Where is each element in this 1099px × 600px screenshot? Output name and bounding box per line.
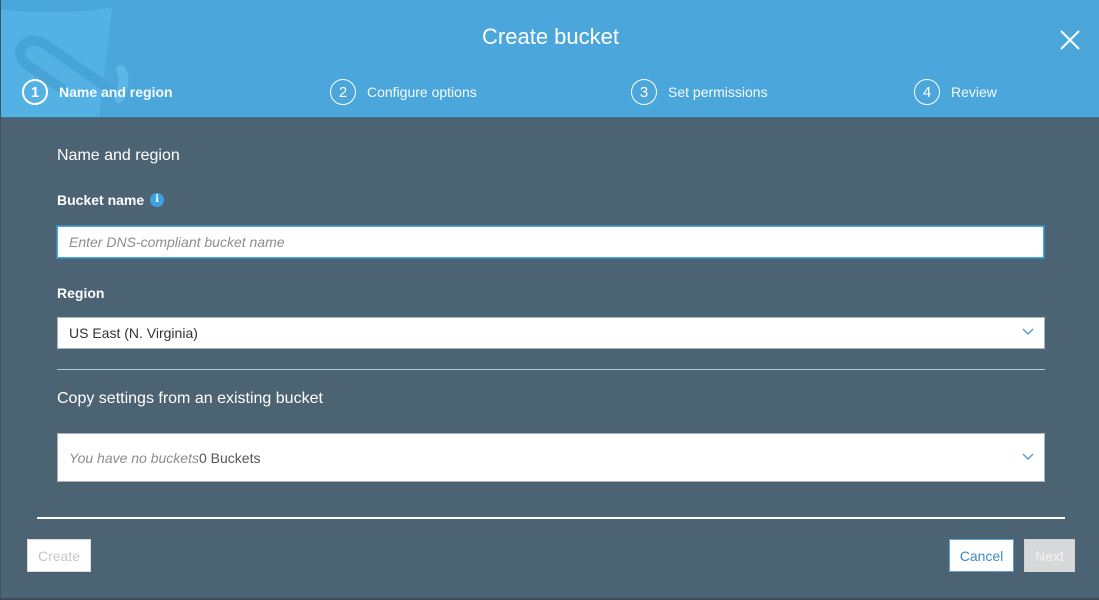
next-button[interactable]: Next	[1024, 539, 1075, 572]
section-title: Name and region	[57, 147, 180, 164]
create-bucket-dialog: Create bucket 1 Name and region 2 Config…	[0, 0, 1099, 600]
section-divider	[57, 369, 1045, 370]
copy-settings-placeholder: You have no buckets	[69, 449, 199, 466]
info-icon[interactable]: i	[150, 193, 165, 207]
copy-settings-select[interactable]: You have no buckets 0 Buckets	[57, 433, 1045, 482]
step-label: Name and region	[59, 84, 173, 100]
bucket-name-label: Bucket name i	[57, 192, 165, 208]
bucket-name-label-text: Bucket name	[57, 192, 145, 208]
step-label: Set permissions	[668, 84, 768, 100]
bucket-name-input[interactable]	[57, 226, 1044, 258]
create-button[interactable]: Create	[27, 539, 91, 572]
step-number-badge: 2	[330, 79, 356, 105]
step-number-badge: 3	[631, 79, 657, 105]
close-icon[interactable]	[1058, 28, 1082, 52]
step-label: Configure options	[367, 84, 477, 100]
footer-divider	[37, 517, 1065, 519]
step-number-badge: 1	[22, 79, 48, 105]
bucket-count: 0 Buckets	[199, 449, 261, 466]
step-label: Review	[951, 84, 997, 100]
chevron-down-icon	[1022, 328, 1034, 335]
dialog-header: Create bucket 1 Name and region 2 Config…	[1, 0, 1099, 118]
cancel-button[interactable]: Cancel	[949, 539, 1014, 572]
step-set-permissions[interactable]: 3 Set permissions	[631, 79, 768, 105]
step-name-and-region[interactable]: 1 Name and region	[22, 79, 173, 105]
dialog-title: Create bucket	[482, 24, 619, 49]
region-label: Region	[57, 285, 105, 301]
chevron-down-icon	[1022, 453, 1034, 460]
step-configure-options[interactable]: 2 Configure options	[330, 79, 477, 105]
copy-settings-title: Copy settings from an existing bucket	[57, 390, 323, 407]
step-review[interactable]: 4 Review	[914, 79, 997, 105]
step-number-badge: 4	[914, 79, 940, 105]
region-selected-value: US East (N. Virginia)	[69, 325, 198, 341]
region-select[interactable]: US East (N. Virginia)	[57, 317, 1045, 349]
